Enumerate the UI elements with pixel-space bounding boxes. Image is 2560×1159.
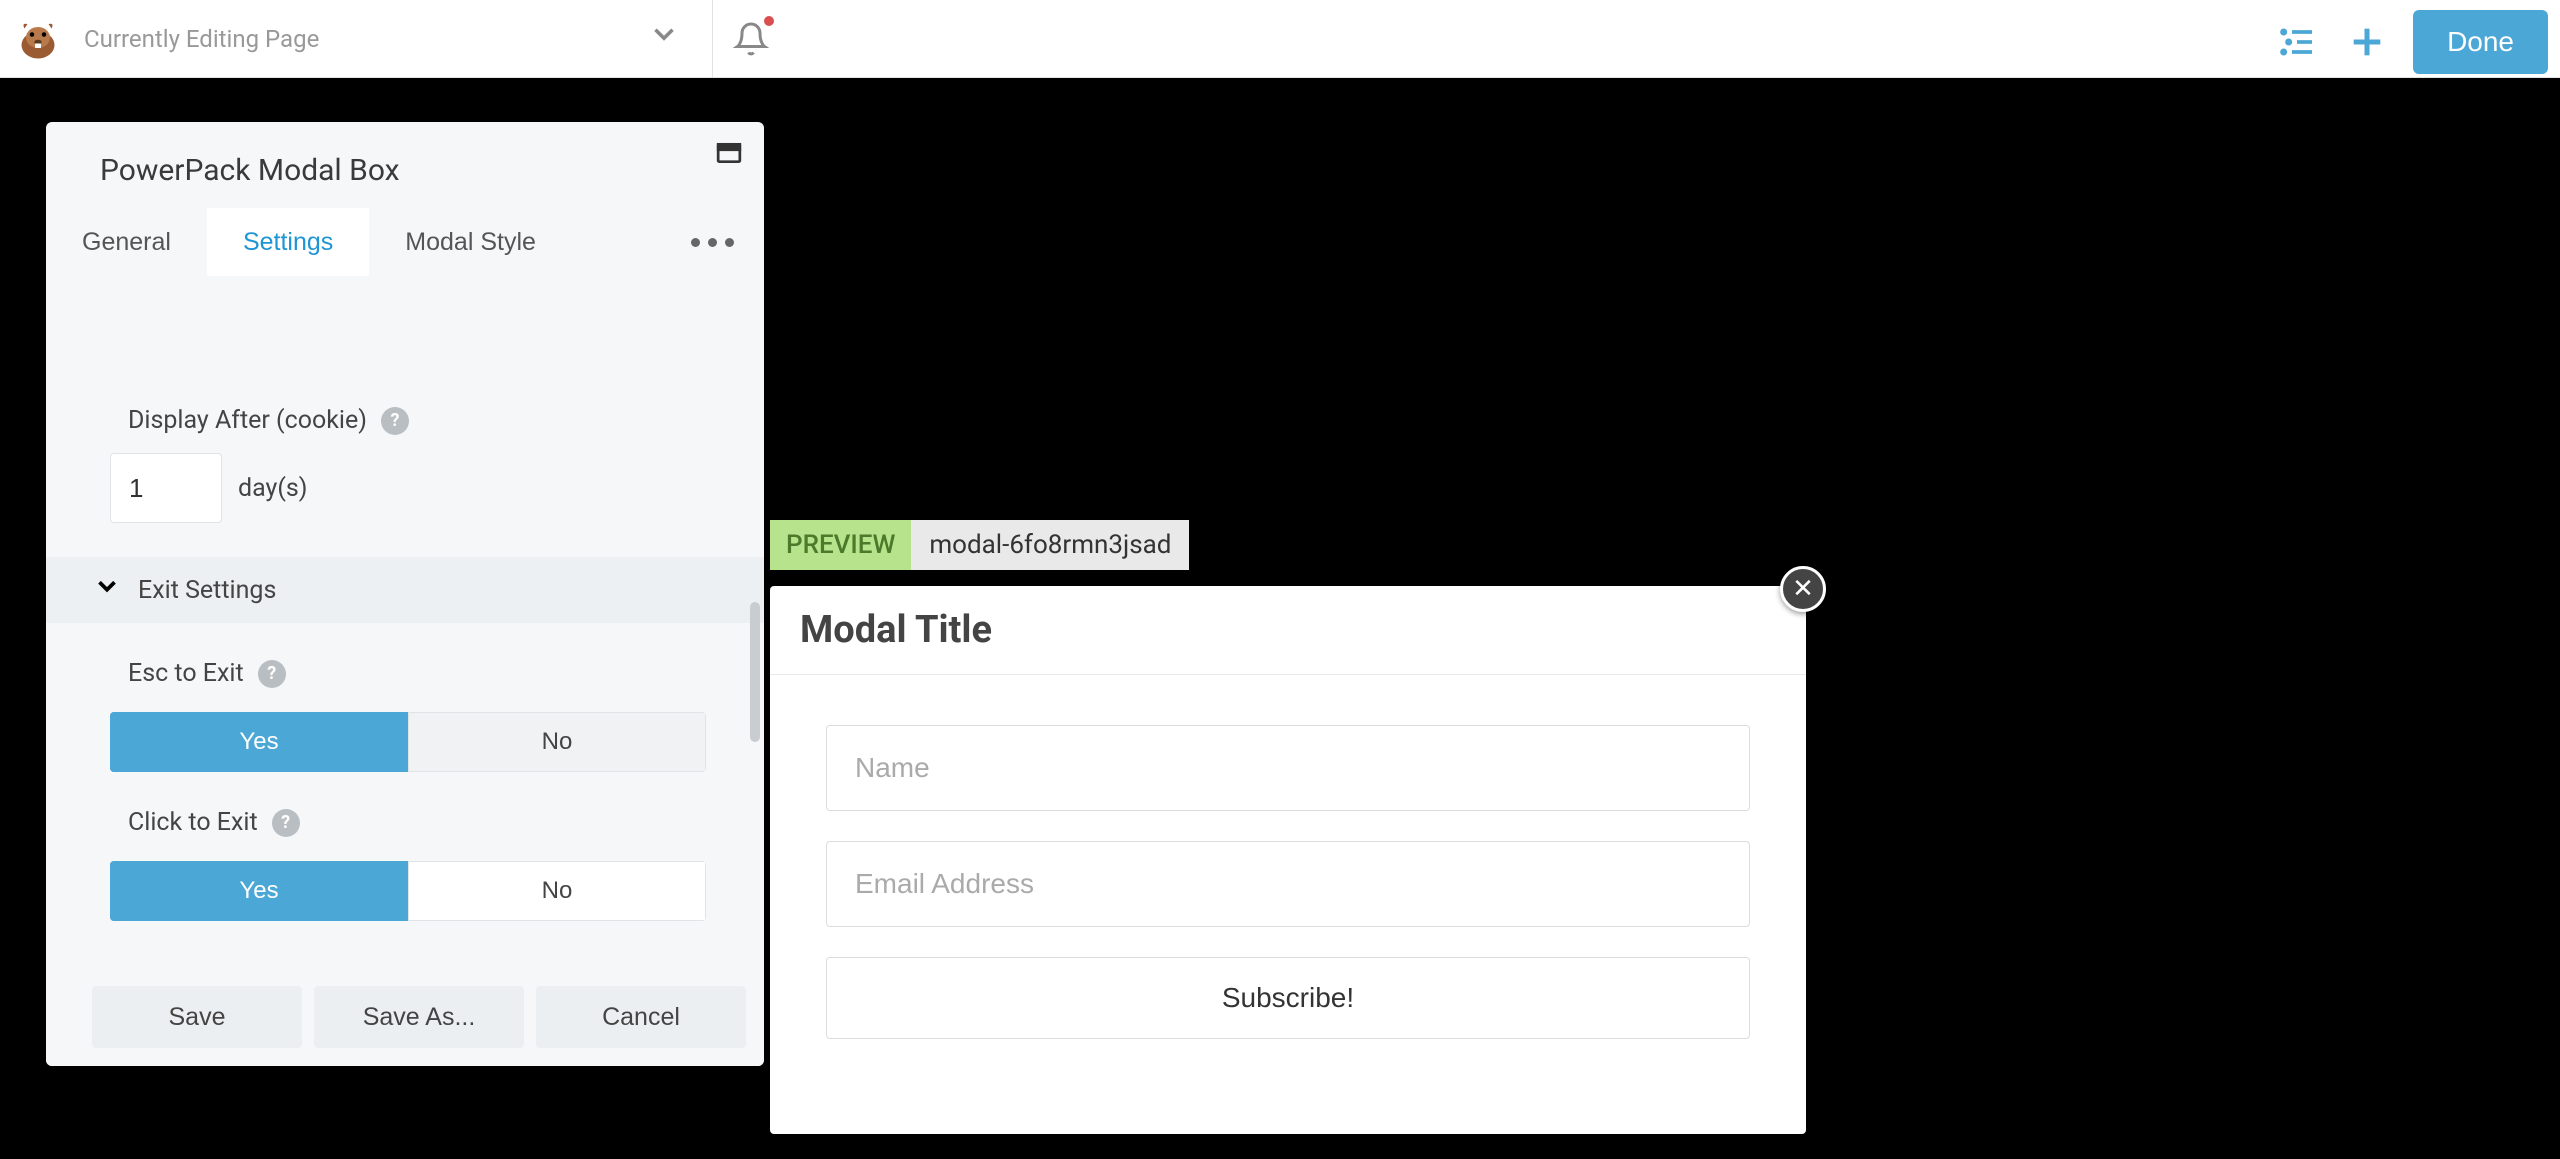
- close-icon[interactable]: ✕: [1780, 566, 1826, 612]
- add-plus-icon[interactable]: [2343, 18, 2391, 66]
- settings-panel: PowerPack Modal Box General Settings Mod…: [46, 122, 764, 1066]
- scrollbar-thumb[interactable]: [750, 602, 760, 742]
- done-button[interactable]: Done: [2413, 10, 2548, 74]
- display-after-unit: day(s): [238, 474, 308, 503]
- preview-tag: PREVIEW modal-6fo8rmn3jsad: [770, 520, 1189, 570]
- esc-yes-button[interactable]: Yes: [110, 712, 408, 772]
- panel-footer: Save Save As... Cancel: [46, 974, 764, 1066]
- tab-general[interactable]: General: [46, 208, 207, 276]
- panel-title: PowerPack Modal Box: [100, 153, 400, 188]
- preview-id: modal-6fo8rmn3jsad: [911, 520, 1189, 570]
- tab-settings[interactable]: Settings: [207, 208, 369, 276]
- top-toolbar: Currently Editing Page Done: [0, 0, 2560, 78]
- click-yes-button[interactable]: Yes: [110, 861, 408, 921]
- cancel-button[interactable]: Cancel: [536, 986, 746, 1048]
- save-button[interactable]: Save: [92, 986, 302, 1048]
- display-after-label: Display After (cookie): [128, 406, 367, 435]
- notification-dot-icon: [764, 16, 774, 26]
- panel-body[interactable]: Display After (cookie) ? day(s) Exit Set…: [46, 276, 764, 974]
- display-after-input[interactable]: [110, 453, 222, 523]
- tab-modal-style[interactable]: Modal Style: [369, 208, 572, 276]
- click-to-exit-toggle: Yes No: [110, 861, 706, 921]
- name-input[interactable]: [826, 725, 1750, 811]
- modal-title: Modal Title: [800, 608, 1776, 652]
- divider: [712, 0, 713, 78]
- esc-to-exit-label: Esc to Exit: [128, 659, 244, 688]
- click-no-button[interactable]: No: [408, 861, 706, 921]
- panel-header: PowerPack Modal Box: [46, 122, 764, 208]
- exit-settings-section-toggle[interactable]: Exit Settings: [46, 557, 764, 623]
- click-to-exit-label: Click to Exit: [128, 808, 258, 837]
- exit-settings-label: Exit Settings: [138, 576, 276, 605]
- tab-bar: General Settings Modal Style: [46, 208, 764, 276]
- save-as-button[interactable]: Save As...: [314, 986, 524, 1048]
- popout-window-icon[interactable]: [716, 142, 742, 168]
- preview-badge: PREVIEW: [770, 520, 911, 570]
- notifications-bell-icon[interactable]: [730, 18, 772, 60]
- email-input[interactable]: [826, 841, 1750, 927]
- esc-to-exit-toggle: Yes No: [110, 712, 706, 772]
- tab-more-icon[interactable]: [691, 238, 764, 247]
- page-dropdown-chevron-icon[interactable]: [640, 10, 688, 58]
- help-icon[interactable]: ?: [381, 407, 409, 435]
- modal-preview: ✕ Modal Title Subscribe!: [770, 586, 1806, 1134]
- subscribe-button[interactable]: Subscribe!: [826, 957, 1750, 1039]
- outline-list-icon[interactable]: [2273, 18, 2321, 66]
- page-title: Currently Editing Page: [84, 25, 319, 53]
- help-icon[interactable]: ?: [258, 660, 286, 688]
- chevron-down-icon: [92, 570, 122, 610]
- beaver-logo-icon: [10, 11, 66, 67]
- esc-no-button[interactable]: No: [408, 712, 706, 772]
- help-icon[interactable]: ?: [272, 809, 300, 837]
